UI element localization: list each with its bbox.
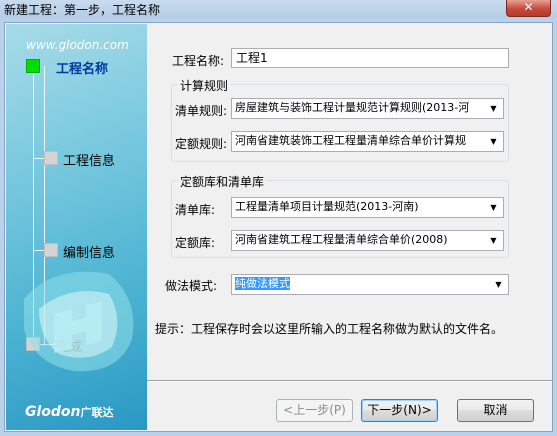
method-value: 纯做法模式 xyxy=(235,277,290,290)
chevron-down-icon: ▼ xyxy=(490,104,497,113)
method-select[interactable]: 纯做法模式 ▼ xyxy=(231,274,509,295)
project-name-value: 工程1 xyxy=(236,51,268,65)
libraries-title: 定额库和清单库 xyxy=(178,173,267,190)
wizard-sidebar: www.glodon.com 工程名称 工程信息 编制信息 完成 xyxy=(6,24,147,430)
step-pending-icon xyxy=(44,151,58,165)
list-lib-label: 清单库: xyxy=(175,203,216,217)
list-rule-select[interactable]: 房屋建筑与装饰工程计量规范计算规则(2013-河 ▼ xyxy=(231,98,504,119)
list-lib-value: 工程量清单项目计量规范(2013-河南) xyxy=(235,200,419,213)
title-bar: 新建工程：第一步，工程名称 ✕ xyxy=(0,0,557,18)
step-label: 工程名称 xyxy=(56,62,109,77)
step-connector xyxy=(34,250,44,251)
step-pending-icon xyxy=(44,243,58,257)
chevron-down-icon: ▼ xyxy=(490,203,497,212)
chevron-down-icon: ▼ xyxy=(495,280,502,289)
sidebar-url: www.glodon.com xyxy=(26,38,129,52)
brand-name-cn: 广联达 xyxy=(80,406,114,419)
calc-rules-title: 计算规则 xyxy=(178,77,231,94)
quota-lib-label: 定额库: xyxy=(175,236,216,250)
list-rule-label: 清单规则: xyxy=(175,104,228,118)
glodon-decoration-icon xyxy=(24,271,134,372)
brand-name: Glodon xyxy=(25,404,81,420)
quota-rule-select[interactable]: 河南省建筑装饰工程工程量清单综合单价计算规 ▼ xyxy=(231,131,504,152)
quota-rule-value: 河南省建筑装饰工程工程量清单综合单价计算规 xyxy=(235,134,466,147)
project-name-label: 工程名称: xyxy=(172,54,225,68)
chevron-down-icon: ▼ xyxy=(490,236,497,245)
step-active-icon xyxy=(26,59,40,73)
quota-lib-value: 河南省建筑工程工程量清单综合单价(2008) xyxy=(235,233,448,246)
quota-rule-label: 定额规则: xyxy=(175,137,228,151)
prev-button[interactable]: <上一步(P) xyxy=(276,399,353,422)
footer-divider xyxy=(147,380,552,382)
list-lib-select[interactable]: 工程量清单项目计量规范(2013-河南) ▼ xyxy=(231,197,504,218)
glodon-logo: Glodon广联达 xyxy=(25,404,114,420)
close-button[interactable]: ✕ xyxy=(506,0,551,17)
list-rule-value: 房屋建筑与装饰工程计量规范计算规则(2013-河 xyxy=(235,101,470,114)
window-title: 新建工程：第一步，工程名称 xyxy=(4,3,161,17)
quota-lib-select[interactable]: 河南省建筑工程工程量清单综合单价(2008) ▼ xyxy=(231,230,504,251)
wizard-window: www.glodon.com 工程名称 工程信息 编制信息 完成 xyxy=(4,22,553,432)
wizard-content: 工程名称: 工程1 计算规则 清单规则: 房屋建筑与装饰工程计量规范计算规则(2… xyxy=(147,24,552,430)
close-icon: ✕ xyxy=(523,0,534,14)
cancel-button[interactable]: 取消 xyxy=(457,399,534,422)
project-name-input[interactable]: 工程1 xyxy=(231,48,509,68)
next-button[interactable]: 下一步(N)> xyxy=(361,399,438,422)
chevron-down-icon: ▼ xyxy=(490,137,497,146)
step-label: 工程信息 xyxy=(63,154,116,169)
hint-text: 提示：工程保存时会以这里所输入的工程名称做为默认的文件名。 xyxy=(155,322,504,336)
step-connector xyxy=(34,158,44,159)
method-label: 做法模式: xyxy=(165,279,218,293)
